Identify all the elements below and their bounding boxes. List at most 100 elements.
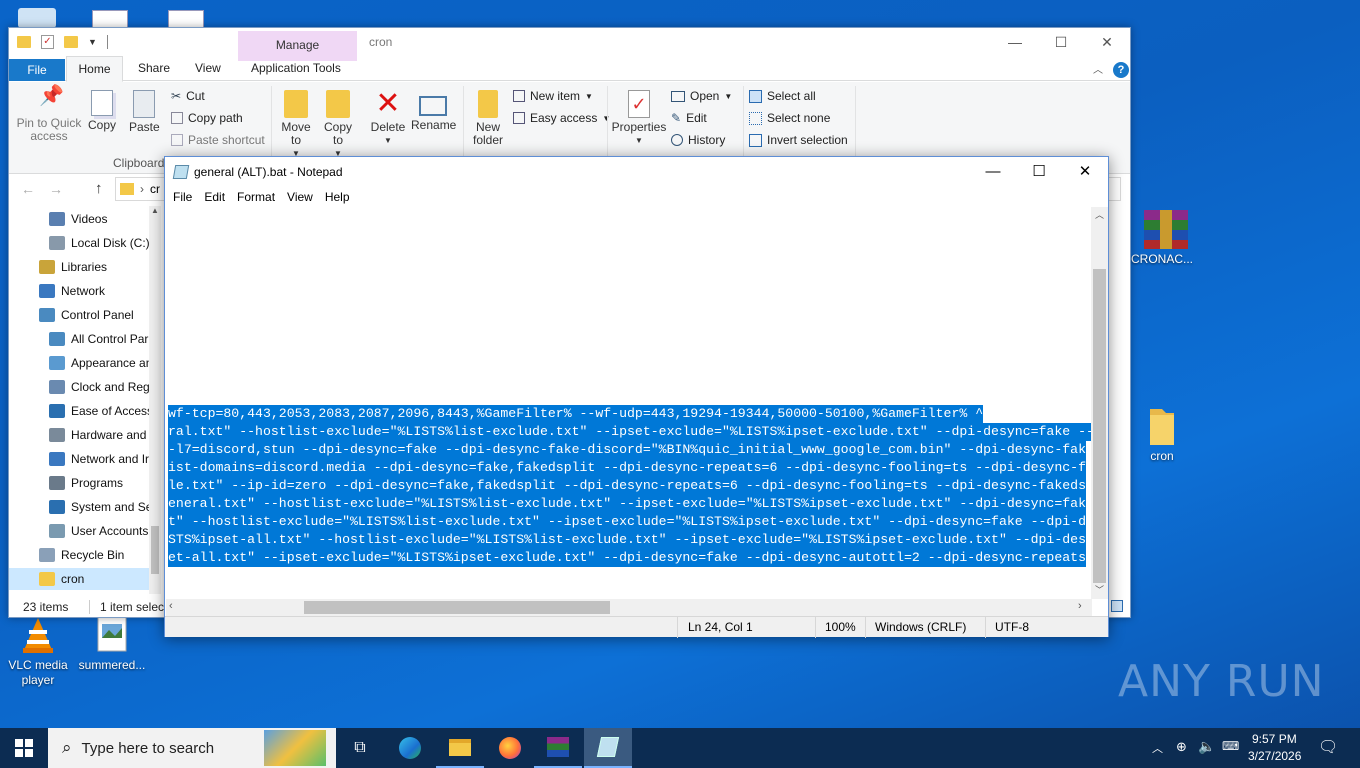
folder-icon[interactable] [17,36,31,48]
forward-arrow-icon[interactable]: → [49,181,63,197]
maximize-button[interactable]: ☐ [1016,157,1062,187]
copy-to-button[interactable]: Copy to ▼ [319,90,357,160]
nav-scrollbar[interactable]: ▲ [149,206,161,594]
taskbar-notepad[interactable] [584,728,632,768]
close-button[interactable]: ✕ [1084,28,1130,56]
desktop-icon-summered[interactable]: summered... [74,616,150,673]
nav-item[interactable]: Network [9,280,149,302]
menu-view[interactable]: View [281,187,319,207]
clock-time[interactable]: 9:57 PM [1252,732,1297,746]
scroll-right-icon[interactable]: › [1078,600,1082,612]
nav-item[interactable]: Control Panel [9,304,149,326]
help-icon[interactable]: ? [1113,62,1129,78]
minimize-button[interactable]: — [992,28,1038,56]
notifications-icon[interactable]: 🗨 [1318,737,1338,757]
clock-date[interactable]: 3/27/2026 [1248,749,1301,763]
vertical-scroll-thumb[interactable] [1093,269,1106,583]
paste-button[interactable]: Paste [129,90,160,134]
network-tray-icon[interactable]: ⊕ [1176,739,1187,755]
nav-item[interactable]: Local Disk (C:) [9,232,150,254]
easy-access-button[interactable]: Easy access▼ [513,111,610,125]
edit-button[interactable]: ✎ Edit [671,111,707,125]
taskbar-firefox[interactable] [486,728,534,768]
nav-item[interactable]: Libraries [9,256,149,278]
menu-edit[interactable]: Edit [198,187,231,207]
text-editor-area[interactable]: wf-tcp=80,443,2053,2083,2087,2096,8443,%… [166,207,1091,599]
new-folder-button[interactable]: New folder [469,90,507,147]
collapse-ribbon-icon[interactable]: ︿ [1093,61,1103,76]
select-all-icon [749,89,762,103]
taskbar-file-explorer[interactable] [436,728,484,768]
nav-item[interactable]: Clock and Regi [9,376,152,398]
open-button[interactable]: Open ▼ [671,89,732,103]
history-button[interactable]: History [671,133,725,147]
start-button[interactable] [0,728,48,768]
desktop-icon-cronac[interactable]: CRONAC... [1124,208,1200,267]
rename-button[interactable]: Rename [411,90,456,132]
taskbar-edge[interactable] [386,728,434,768]
show-hidden-icons-icon[interactable]: ︿ [1152,740,1163,756]
tab-view[interactable]: View [195,61,221,75]
desktop-icon-partial[interactable] [18,8,56,28]
nav-item[interactable]: cron [9,568,149,590]
copy-path-button[interactable]: Copy path [171,111,243,125]
nav-item[interactable]: Hardware and [9,424,149,446]
nav-item[interactable]: All Control Par [9,328,149,350]
desktop-icon-label: summered... [78,658,146,672]
taskbar-search-box[interactable]: ⌕ Type here to search [48,728,336,768]
minimize-button[interactable]: — [970,157,1016,187]
properties-qa-icon[interactable]: ✓ [41,35,54,49]
nav-item[interactable]: Videos [9,208,149,230]
nav-item[interactable]: Recycle Bin [9,544,149,566]
horizontal-scroll-thumb[interactable] [304,601,610,614]
nav-item[interactable]: Programs [9,472,149,494]
vertical-scrollbar[interactable]: ︿ ﹀ [1091,207,1108,599]
history-icon [671,134,683,146]
cut-button[interactable]: ✂ Cut [171,89,205,103]
invert-selection-button[interactable]: Invert selection [749,133,848,147]
nav-item[interactable]: User Accounts [9,520,149,542]
new-item-button[interactable]: New item ▼ [513,89,593,103]
pin-quick-access-button[interactable]: 📌 Pin to Quick access [13,86,85,143]
select-none-button[interactable]: Select none [749,111,830,125]
chevron-down-icon[interactable]: ▼ [88,37,97,47]
search-box-edge[interactable] [1109,177,1121,201]
desktop-icon-partial[interactable] [168,10,204,28]
nav-item[interactable]: Appearance an [9,352,152,374]
scroll-up-icon[interactable]: ︿ [1091,207,1108,224]
properties-button[interactable]: ✓ Properties ▼ [611,90,667,147]
tab-home[interactable]: Home [66,56,123,82]
menu-format[interactable]: Format [231,187,281,207]
scroll-thumb[interactable] [151,526,159,574]
up-arrow-icon[interactable]: ↑ [95,180,103,197]
move-to-button[interactable]: Move to ▼ [277,90,315,160]
paste-shortcut-button[interactable]: Paste shortcut [171,133,265,147]
tab-share[interactable]: Share [138,61,170,75]
details-view-icon[interactable] [1111,600,1123,612]
scroll-left-icon[interactable]: ‹ [169,600,173,612]
scroll-down-icon[interactable]: ﹀ [1091,582,1108,599]
desktop-icon-partial[interactable] [92,10,128,28]
task-view-button[interactable]: ⧉ [336,728,384,768]
nav-item[interactable]: Ease of Access [9,400,153,422]
back-arrow-icon[interactable]: ← [21,181,35,197]
scroll-up-icon[interactable]: ▲ [149,206,161,220]
copy-button[interactable]: Copy [87,90,117,132]
nav-item[interactable]: System and Sec [9,496,158,518]
tab-file[interactable]: File [9,59,65,81]
input-method-icon[interactable]: ⌨ [1222,739,1239,753]
tab-application-tools[interactable]: Application Tools [251,61,341,75]
maximize-button[interactable]: ☐ [1038,28,1084,56]
desktop-icon-cron[interactable]: cron [1124,405,1200,464]
volume-icon[interactable]: 🔈 [1198,738,1215,755]
close-button[interactable]: ✕ [1062,157,1108,187]
select-all-button[interactable]: Select all [749,89,816,103]
taskbar-winrar[interactable] [534,728,582,768]
nav-item[interactable]: Network and Ir [9,448,149,470]
new-folder-qa-icon[interactable] [64,36,78,48]
menu-file[interactable]: File [167,187,198,207]
menu-help[interactable]: Help [319,187,356,207]
desktop-icon-vlc[interactable]: VLC media player [0,616,76,688]
delete-button[interactable]: ✕ Delete ▼ [369,89,407,147]
horizontal-scrollbar[interactable]: ‹ › [166,599,1092,616]
